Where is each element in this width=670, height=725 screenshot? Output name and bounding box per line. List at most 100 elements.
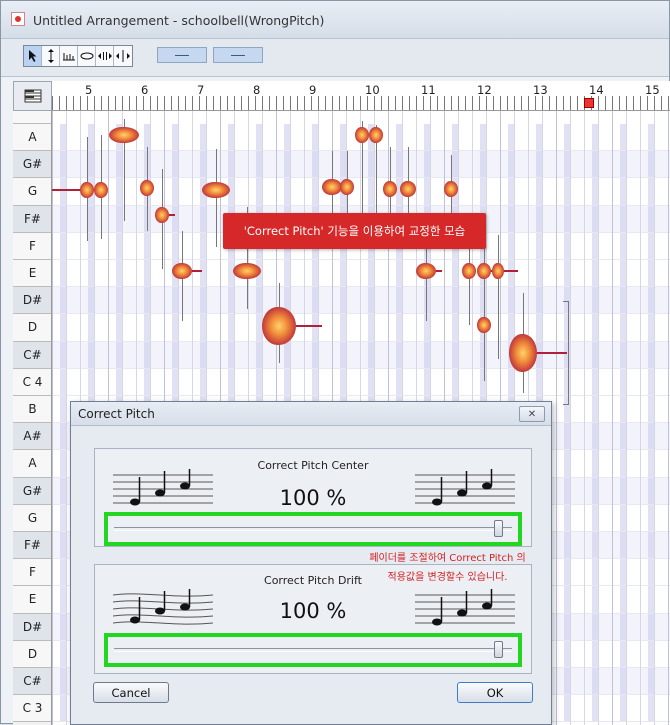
bar-number: 10 — [365, 83, 380, 97]
piano-key[interactable]: F — [13, 232, 51, 260]
bar-number: 6 — [141, 83, 149, 97]
piano-key[interactable]: G — [13, 178, 51, 206]
window-title: Untitled Arrangement - schoolbell(WrongP… — [33, 13, 325, 28]
dialog-close-button[interactable]: ✕ — [519, 406, 545, 422]
piano-key[interactable]: A — [13, 450, 51, 478]
keyboard-icon — [24, 89, 41, 103]
pitch-center-slider-highlight — [104, 512, 522, 546]
audio-note-blob[interactable] — [172, 263, 192, 279]
pointer-tool-icon[interactable] — [24, 46, 42, 66]
audio-note-blob[interactable] — [233, 263, 261, 279]
piano-key[interactable]: C# — [13, 668, 51, 696]
pitch-lane — [52, 151, 670, 179]
audio-note-blob[interactable] — [262, 307, 296, 345]
pitch-tool-icon[interactable] — [42, 46, 60, 66]
piano-key[interactable]: E — [13, 260, 51, 288]
selection-bracket — [563, 301, 569, 405]
grid-line — [626, 111, 627, 725]
note-stem — [484, 291, 485, 381]
grid-line — [612, 111, 613, 725]
piano-key[interactable]: C 3 — [13, 695, 51, 723]
pitch-lane — [52, 314, 670, 342]
note-stem — [426, 241, 427, 321]
piano-key[interactable]: F — [13, 559, 51, 587]
piano-key[interactable]: C 4 — [13, 368, 51, 396]
pitch-lane — [52, 287, 670, 315]
audio-note-blob[interactable] — [492, 263, 504, 279]
note-tail — [296, 325, 322, 327]
audio-note-blob[interactable] — [80, 182, 94, 198]
bar-number: 9 — [309, 83, 317, 97]
note-tail — [192, 270, 202, 272]
loop-marker-icon[interactable] — [584, 98, 594, 108]
title-bar[interactable]: Untitled Arrangement - schoolbell(WrongP… — [1, 1, 669, 39]
note-tail — [52, 189, 80, 191]
staff-drift-corrected-icon — [415, 589, 515, 626]
piano-key[interactable]: D# — [13, 287, 51, 315]
toolbar-field-1[interactable] — [157, 47, 207, 63]
split-tool-icon[interactable] — [114, 46, 132, 66]
snap-toggle-button[interactable] — [13, 81, 52, 111]
bar-number: 13 — [533, 83, 548, 97]
audio-note-blob[interactable] — [383, 181, 397, 197]
audio-note-blob[interactable] — [94, 182, 108, 198]
piano-key[interactable]: A — [13, 124, 51, 152]
annotation-callout: 'Correct Pitch' 기능을 이용하여 교정한 모습 — [223, 213, 486, 249]
audio-note-blob[interactable] — [400, 181, 416, 197]
audio-note-blob[interactable] — [355, 127, 369, 143]
audio-note-blob[interactable] — [202, 182, 230, 198]
piano-key[interactable]: D — [13, 640, 51, 668]
piano-keyboard[interactable]: A G# G F# F E D# D C# C 4 B A# A G# G F# F E D# D C# C 3 — [13, 111, 52, 725]
ok-button[interactable]: OK — [457, 682, 533, 703]
grid-line — [654, 111, 655, 725]
timeline-ruler[interactable]: 5 6 7 8 9 10 11 12 13 14 15 — [52, 81, 670, 111]
audio-note-blob[interactable] — [369, 127, 383, 143]
piano-key[interactable]: A# — [13, 423, 51, 451]
pitch-lane — [52, 368, 670, 396]
piano-key[interactable]: C# — [13, 341, 51, 369]
time-stretch-tool-icon[interactable] — [96, 46, 114, 66]
tempo-tool-icon[interactable] — [60, 46, 78, 66]
piano-key[interactable]: D — [13, 314, 51, 342]
piano-key[interactable]: G# — [13, 477, 51, 505]
piano-key[interactable]: F# — [13, 532, 51, 560]
audio-note-blob[interactable] — [340, 179, 354, 195]
main-window: Untitled Arrangement - schoolbell(WrongP… — [0, 0, 670, 725]
audio-note-blob[interactable] — [155, 207, 169, 223]
piano-key[interactable]: E — [13, 586, 51, 614]
audio-note-blob[interactable] — [444, 181, 458, 197]
pitch-drift-slider-thumb[interactable] — [494, 641, 503, 658]
note-tool-icon[interactable] — [78, 46, 96, 66]
audio-note-blob[interactable] — [462, 263, 476, 279]
pitch-drift-slider[interactable] — [114, 648, 512, 652]
info-note-line-2: 적용값을 변경할수 있습니다. — [387, 572, 508, 583]
audio-note-blob[interactable] — [416, 263, 436, 279]
audio-note-blob[interactable] — [140, 180, 154, 196]
piano-key[interactable]: G — [13, 504, 51, 532]
bar-number: 7 — [197, 83, 205, 97]
pitch-drift-slider-highlight — [104, 633, 522, 667]
dialog-title-bar[interactable]: Correct Pitch ✕ — [71, 402, 551, 426]
bar-number: 14 — [589, 83, 604, 97]
pitch-center-slider-thumb[interactable] — [494, 520, 503, 537]
piano-key[interactable]: F# — [13, 205, 51, 233]
toolbar-field-2[interactable] — [213, 47, 263, 63]
piano-key-partial — [13, 111, 51, 124]
audio-note-blob[interactable] — [109, 127, 139, 143]
note-stem — [216, 149, 217, 247]
bar-number: 15 — [645, 83, 660, 97]
piano-key[interactable]: B — [13, 396, 51, 424]
audio-note-blob[interactable] — [322, 179, 342, 195]
piano-key[interactable]: G# — [13, 151, 51, 179]
tool-group — [23, 45, 133, 67]
info-note: 페이더를 조절하여 Correct Pitch 의 적용값을 변경할수 있습니다… — [346, 549, 549, 587]
piano-key[interactable]: D# — [13, 613, 51, 641]
cancel-button[interactable]: Cancel — [93, 682, 169, 703]
audio-note-blob[interactable] — [477, 263, 491, 279]
toolbar — [1, 39, 669, 77]
grid-line — [66, 111, 67, 725]
audio-note-blob[interactable] — [477, 317, 491, 333]
pitch-center-slider[interactable] — [114, 527, 512, 531]
pitch-center-panel: Correct Pitch Center 100 % — [94, 448, 532, 547]
audio-note-blob[interactable] — [509, 334, 537, 372]
